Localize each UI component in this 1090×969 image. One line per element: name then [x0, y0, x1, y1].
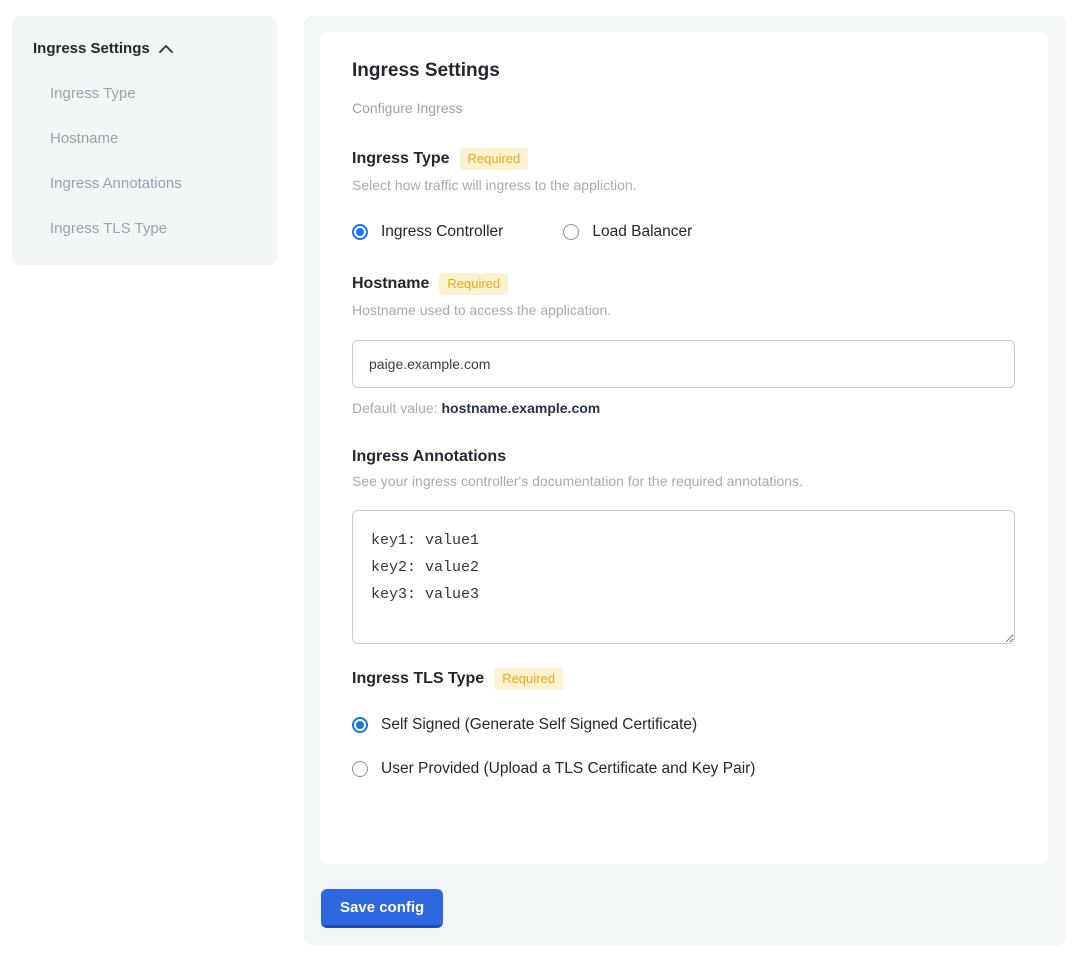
sidebar-section-toggle[interactable]: Ingress Settings — [33, 40, 257, 57]
sidebar-item-ingress-annotations[interactable]: Ingress Annotations — [32, 175, 257, 192]
radio-option-self-signed[interactable]: Self Signed (Generate Self Signed Certif… — [352, 716, 1016, 734]
hostname-input[interactable] — [352, 340, 1015, 388]
ingress-type-description: Select how traffic will ingress to the a… — [352, 177, 1016, 193]
ingress-annotations-section: Ingress Annotations See your ingress con… — [352, 448, 1016, 644]
radio-label-self-signed: Self Signed (Generate Self Signed Certif… — [381, 716, 697, 734]
sidebar-item-hostname[interactable]: Hostname — [32, 130, 257, 147]
ingress-type-radio-group: Ingress Controller Load Balancer — [352, 223, 1016, 241]
radio-user-provided[interactable] — [352, 761, 368, 777]
ingress-annotations-label: Ingress Annotations — [352, 448, 506, 466]
chevron-up-icon — [158, 44, 174, 54]
ingress-annotations-description: See your ingress controller's documentat… — [352, 473, 1016, 489]
ingress-settings-sidebar: Ingress Settings Ingress Type Hostname I… — [12, 16, 277, 265]
radio-label-load-balancer: Load Balancer — [592, 223, 692, 241]
ingress-type-label: Ingress Type — [352, 150, 450, 168]
ingress-tls-type-section: Ingress TLS Type Required Self Signed (G… — [352, 668, 1016, 778]
hostname-section: Hostname Required Hostname used to acces… — [352, 273, 1016, 416]
hostname-label: Hostname — [352, 275, 429, 293]
ingress-settings-card: Ingress Settings Configure Ingress Ingre… — [320, 32, 1048, 864]
hostname-default-value: hostname.example.com — [442, 400, 601, 416]
radio-option-ingress-controller[interactable]: Ingress Controller — [352, 223, 503, 241]
radio-label-ingress-controller: Ingress Controller — [381, 223, 503, 241]
sidebar-section-label: Ingress Settings — [33, 40, 150, 57]
radio-load-balancer[interactable] — [563, 224, 579, 240]
page-subtitle: Configure Ingress — [352, 100, 1016, 116]
radio-option-user-provided[interactable]: User Provided (Upload a TLS Certificate … — [352, 760, 1016, 778]
ingress-settings-panel: Ingress Settings Configure Ingress Ingre… — [304, 16, 1066, 945]
sidebar-item-ingress-tls-type[interactable]: Ingress TLS Type — [32, 220, 257, 237]
sidebar-nav-list: Ingress Type Hostname Ingress Annotation… — [32, 85, 257, 237]
radio-self-signed[interactable] — [352, 717, 368, 733]
radio-option-load-balancer[interactable]: Load Balancer — [563, 223, 692, 241]
hostname-description: Hostname used to access the application. — [352, 302, 1016, 318]
radio-ingress-controller[interactable] — [352, 224, 368, 240]
sidebar-item-ingress-type[interactable]: Ingress Type — [32, 85, 257, 102]
required-badge: Required — [460, 148, 529, 170]
ingress-annotations-textarea[interactable]: key1: value1 key2: value2 key3: value3 — [352, 510, 1015, 644]
radio-label-user-provided: User Provided (Upload a TLS Certificate … — [381, 760, 755, 778]
ingress-tls-type-label: Ingress TLS Type — [352, 670, 484, 688]
required-badge: Required — [439, 273, 508, 295]
hostname-default-prefix: Default value: — [352, 400, 442, 416]
ingress-tls-radio-group: Self Signed (Generate Self Signed Certif… — [352, 716, 1016, 778]
save-config-button[interactable]: Save config — [321, 889, 443, 928]
page-title: Ingress Settings — [352, 60, 1016, 82]
hostname-default-hint: Default value: hostname.example.com — [352, 400, 1016, 416]
ingress-type-section: Ingress Type Required Select how traffic… — [352, 148, 1016, 241]
required-badge: Required — [494, 668, 563, 690]
